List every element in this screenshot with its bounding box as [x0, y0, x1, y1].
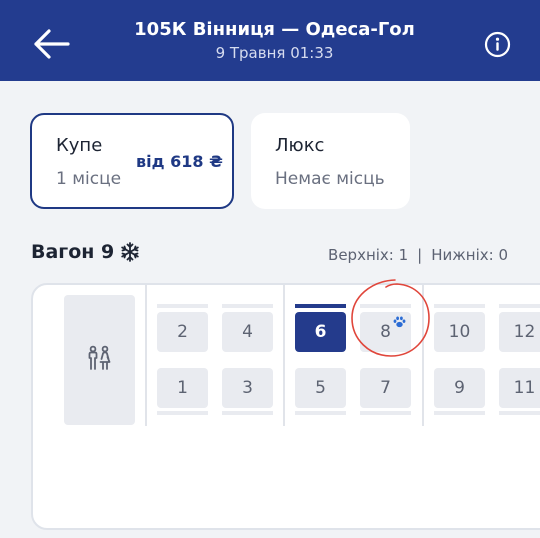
seat-3[interactable]: 3	[222, 368, 273, 408]
seat-shelf	[360, 411, 411, 415]
train-title: 105К Вінниця — Одеса-Гол	[134, 19, 415, 40]
class-name: Люкс	[275, 135, 325, 156]
seat-shelf	[222, 304, 273, 308]
counts-separator: |	[417, 246, 423, 264]
seat-shelf	[222, 411, 273, 415]
wagon-scheme[interactable]: 2 4 1 3 6 8 5 7 10 12 9 11	[31, 283, 540, 530]
wagon-title: Вагон 9	[31, 241, 140, 263]
seat-9[interactable]: 9	[434, 368, 485, 408]
seat-5[interactable]: 5	[295, 368, 346, 408]
seat-1[interactable]: 1	[157, 368, 208, 408]
annotation-circle	[351, 279, 430, 357]
seat-shelf	[157, 411, 208, 415]
seat-11[interactable]: 11	[499, 368, 540, 408]
class-price: від 618 ₴	[136, 152, 223, 171]
seat-2[interactable]: 2	[157, 312, 208, 352]
seat-shelf	[295, 411, 346, 415]
wagon-number: Вагон 9	[31, 241, 115, 263]
seat-shelf	[499, 304, 540, 308]
seat-7[interactable]: 7	[360, 368, 411, 408]
upper-count: Верхніх: 1	[328, 246, 409, 264]
seat-10[interactable]: 10	[434, 312, 485, 352]
restroom-icon	[88, 345, 111, 370]
info-icon[interactable]	[484, 31, 511, 58]
app-header: 105К Вінниця — Одеса-Гол 9 Травня 01:33	[0, 0, 540, 81]
seat-shelf	[499, 411, 540, 415]
seat-4[interactable]: 4	[222, 312, 273, 352]
class-name: Купе	[56, 135, 103, 156]
restroom	[64, 295, 135, 425]
partition	[283, 285, 285, 426]
seat-shelf	[157, 304, 208, 308]
train-datetime: 9 Травня 01:33	[215, 44, 334, 62]
partition	[145, 285, 147, 426]
class-card-kupe[interactable]: Купе 1 місце від 618 ₴	[30, 113, 234, 209]
berth-counts: Верхніх: 1 | Нижніх: 0	[328, 246, 508, 264]
class-card-lux[interactable]: Люкс Немає місць	[251, 113, 410, 209]
class-availability: Немає місць	[275, 169, 385, 189]
class-availability: 1 місце	[56, 169, 122, 189]
seat-6[interactable]: 6	[295, 312, 346, 352]
seat-12[interactable]: 12	[499, 312, 540, 352]
seat-shelf	[434, 411, 485, 415]
lower-count: Нижніх: 0	[431, 246, 508, 264]
seat-shelf-selected	[295, 304, 346, 308]
seat-shelf	[434, 304, 485, 308]
snowflake-icon	[121, 242, 139, 262]
